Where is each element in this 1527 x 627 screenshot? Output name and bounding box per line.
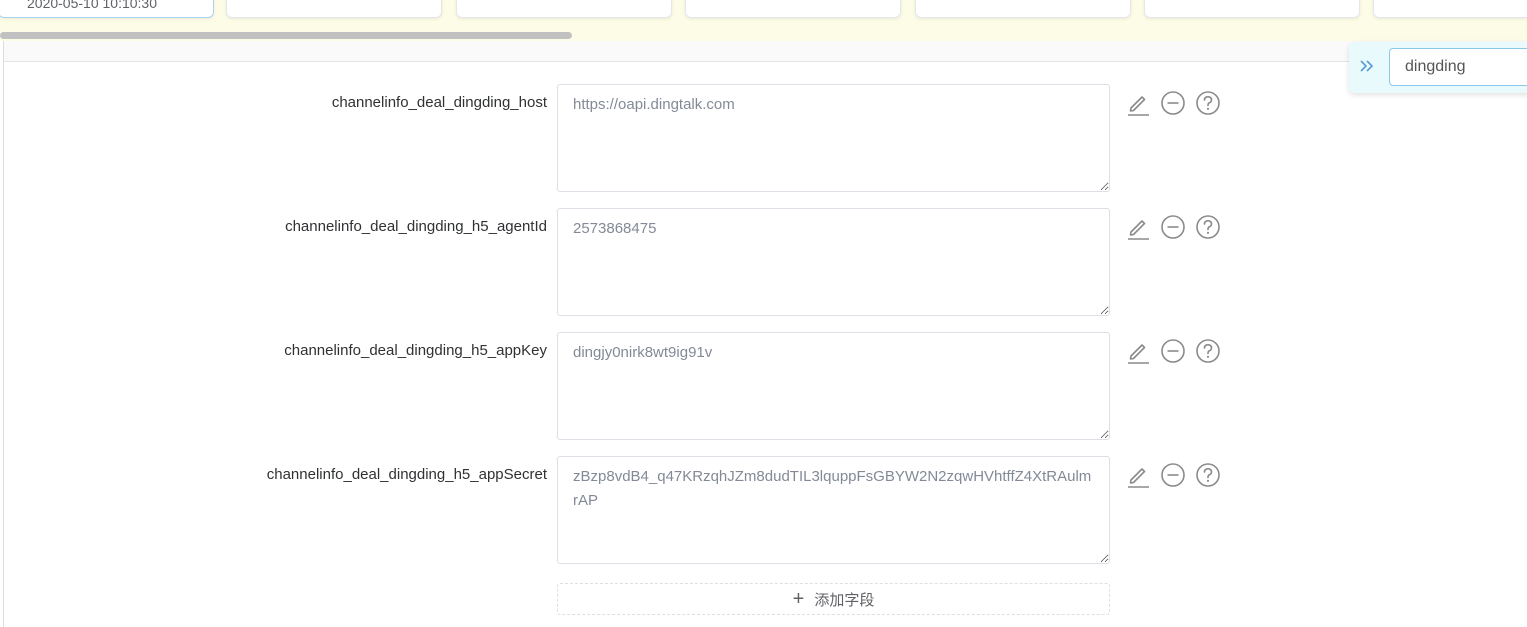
tab-card[interactable] bbox=[1144, 0, 1360, 18]
add-field-button[interactable]: + 添加字段 bbox=[557, 583, 1110, 615]
horizontal-scrollbar-thumb[interactable] bbox=[0, 32, 572, 39]
config-field-row: channelinfo_deal_dingding_h5_appSecret bbox=[0, 456, 1300, 566]
question-circle-icon[interactable] bbox=[1195, 462, 1221, 488]
edit-icon[interactable] bbox=[1125, 214, 1151, 240]
edit-icon[interactable] bbox=[1125, 462, 1151, 488]
tab-card[interactable] bbox=[685, 0, 901, 18]
field-key-label: channelinfo_deal_dingding_h5_appSecret bbox=[266, 466, 547, 483]
tab-card[interactable] bbox=[226, 0, 442, 18]
field-value-textarea[interactable] bbox=[557, 208, 1110, 316]
field-value-textarea[interactable] bbox=[557, 332, 1110, 440]
config-field-row: channelinfo_deal_dingding_host bbox=[0, 84, 1300, 194]
plus-icon: + bbox=[792, 588, 805, 610]
minus-circle-icon[interactable] bbox=[1160, 338, 1186, 364]
field-key-label: channelinfo_deal_dingding_host bbox=[331, 94, 547, 111]
tab-card[interactable] bbox=[1373, 0, 1527, 18]
search-input[interactable] bbox=[1389, 48, 1527, 86]
minus-circle-icon[interactable] bbox=[1160, 90, 1186, 116]
tab-card[interactable] bbox=[915, 0, 1131, 18]
add-field-label: 添加字段 bbox=[814, 591, 875, 609]
field-value-textarea[interactable] bbox=[557, 84, 1110, 192]
edit-icon[interactable] bbox=[1125, 338, 1151, 364]
minus-circle-icon[interactable] bbox=[1160, 214, 1186, 240]
edit-icon[interactable] bbox=[1125, 90, 1151, 116]
field-value-textarea[interactable] bbox=[557, 456, 1110, 564]
question-circle-icon[interactable] bbox=[1195, 214, 1221, 240]
minus-circle-icon[interactable] bbox=[1160, 462, 1186, 488]
double-chevron-right-icon[interactable] bbox=[1357, 54, 1377, 78]
field-key-label: channelinfo_deal_dingding_h5_appKey bbox=[284, 342, 547, 359]
top-tab-strip: 2020-05-10 10:10:30 bbox=[0, 0, 1527, 41]
content-header-bar bbox=[4, 41, 1527, 62]
tab-card-label: 2020-05-10 10:10:30 bbox=[27, 0, 157, 11]
search-panel bbox=[1349, 42, 1527, 93]
config-field-row: channelinfo_deal_dingding_h5_agentId bbox=[0, 208, 1300, 318]
question-circle-icon[interactable] bbox=[1195, 338, 1221, 364]
tab-card[interactable]: 2020-05-10 10:10:30 bbox=[0, 0, 214, 18]
tab-card[interactable] bbox=[456, 0, 672, 18]
field-key-label: channelinfo_deal_dingding_h5_agentId bbox=[285, 218, 547, 235]
config-field-row: channelinfo_deal_dingding_h5_appKey bbox=[0, 332, 1300, 442]
question-circle-icon[interactable] bbox=[1195, 90, 1221, 116]
